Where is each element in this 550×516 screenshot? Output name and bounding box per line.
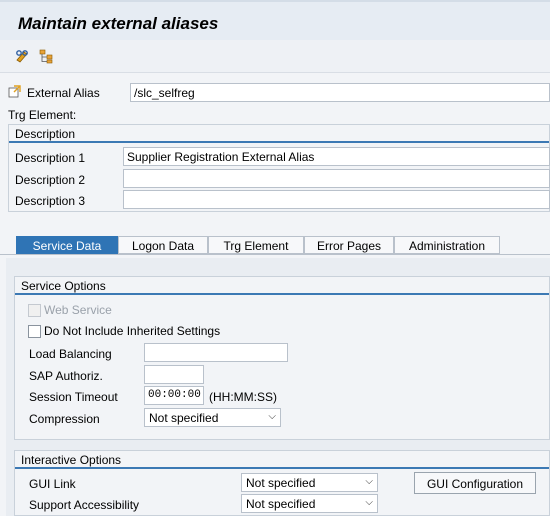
service-options-title: Service Options: [15, 277, 549, 295]
trg-element-label: Trg Element:: [8, 108, 77, 122]
sap-authoriz-field[interactable]: [144, 365, 204, 384]
chevron-down-icon: ⌵: [365, 497, 373, 508]
interactive-options-title: Interactive Options: [15, 451, 549, 469]
sap-authoriz-label: SAP Authoriz.: [29, 369, 103, 383]
description-1-label: Description 1: [15, 151, 86, 165]
description-1-field[interactable]: Supplier Registration External Alias: [123, 147, 550, 166]
no-inherit-checkbox[interactable]: [28, 325, 41, 338]
no-inherit-label: Do Not Include Inherited Settings: [44, 324, 221, 338]
compression-label: Compression: [29, 412, 100, 426]
compression-value: Not specified: [149, 411, 219, 425]
tab-logon-data[interactable]: Logon Data: [118, 236, 208, 254]
support-accessibility-select[interactable]: Not specified ⌵: [241, 494, 378, 513]
load-balancing-field[interactable]: [144, 343, 288, 362]
session-timeout-label: Session Timeout: [29, 390, 118, 404]
description-2-field[interactable]: [123, 169, 550, 188]
session-timeout-format: (HH:MM:SS): [209, 390, 277, 404]
display-change-icon[interactable]: [14, 48, 32, 64]
description-2-label: Description 2: [15, 173, 86, 187]
chevron-down-icon: ⌵: [365, 476, 373, 487]
tab-trg-element[interactable]: Trg Element: [208, 236, 304, 254]
external-alias-field[interactable]: /slc_selfreg: [130, 83, 550, 102]
tab-underline: [0, 254, 550, 255]
description-3-label: Description 3: [15, 194, 86, 208]
gui-link-select[interactable]: Not specified ⌵: [241, 473, 378, 492]
hierarchy-icon[interactable]: [38, 48, 56, 64]
description-3-field[interactable]: [123, 190, 550, 209]
toolbar-separator: [0, 72, 550, 73]
external-alias-label: External Alias: [27, 86, 100, 100]
gui-link-label: GUI Link: [29, 477, 76, 491]
gui-configuration-button[interactable]: GUI Configuration: [414, 472, 536, 494]
load-balancing-label: Load Balancing: [29, 347, 112, 361]
support-accessibility-value: Not specified: [246, 497, 316, 511]
web-service-label: Web Service: [44, 303, 112, 317]
title-bar: Maintain external aliases: [0, 0, 550, 40]
gui-link-value: Not specified: [246, 476, 316, 490]
page-title: Maintain external aliases: [18, 14, 219, 33]
tab-error-pages[interactable]: Error Pages: [304, 236, 394, 254]
tab-service-data[interactable]: Service Data: [16, 236, 118, 254]
web-service-checkbox[interactable]: [28, 304, 41, 317]
description-group-title: Description: [9, 125, 549, 143]
toolbar: [0, 40, 550, 72]
alias-icon: [8, 85, 22, 102]
support-accessibility-label: Support Accessibility: [29, 498, 140, 512]
session-timeout-field[interactable]: 00:00:00: [144, 386, 204, 405]
tab-administration[interactable]: Administration: [394, 236, 500, 254]
compression-select[interactable]: Not specified ⌵: [144, 408, 281, 427]
chevron-down-icon: ⌵: [268, 411, 276, 422]
